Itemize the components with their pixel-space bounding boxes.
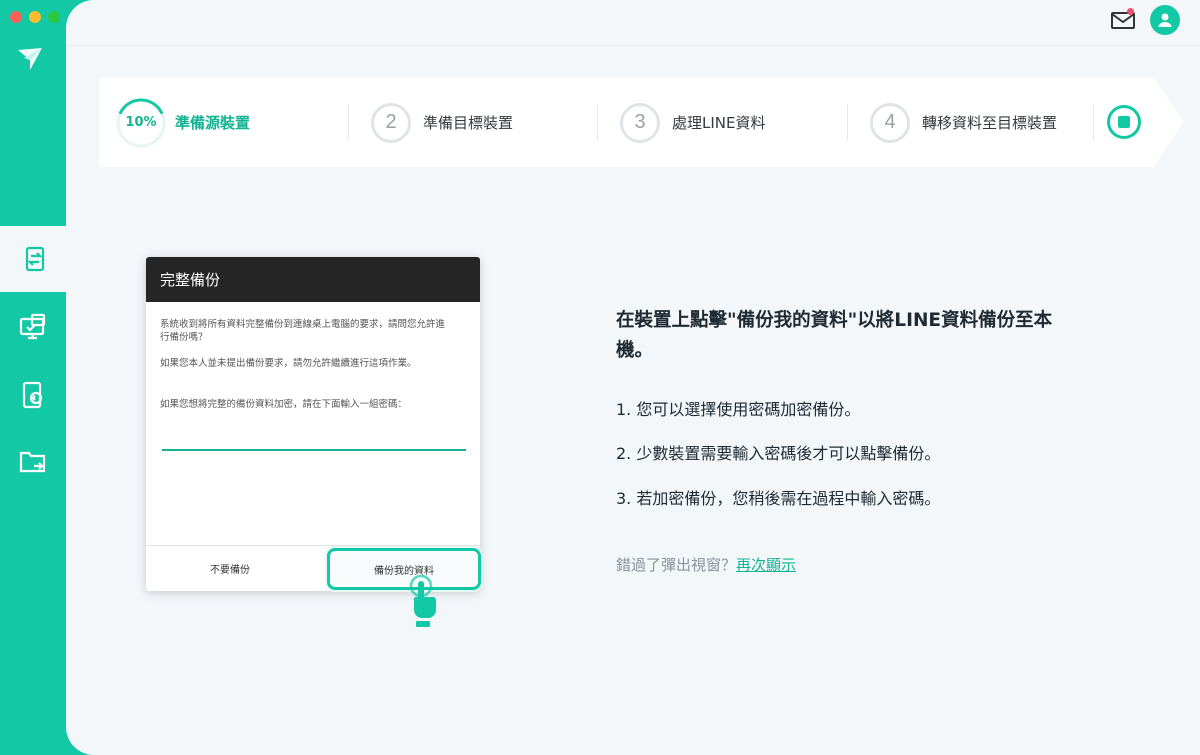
pointing-hand-icon [409,575,436,627]
sidebar-item-computer-backup[interactable] [0,294,66,360]
step-progress-bar: 10% 準備源裝置 2 準備目標裝置 3 處理LINE資料 4 轉移資料至目標裝… [99,78,1154,167]
computer-backup-icon [19,313,46,340]
divider [348,104,349,140]
sidebar-item-restore[interactable] [0,362,66,428]
step-label: 處理LINE資料 [672,114,766,132]
progress-ring: 10% [115,97,167,149]
backup-dialog-illustration: 完整備份 系統收到將所有資料完整備份到連線桌上電腦的要求，請問您允許進行備份嗎？… [146,257,481,627]
app-logo-icon [18,48,42,70]
step-3: 3 處理LINE資料 [620,78,765,167]
step-number: 3 [620,102,660,143]
step-label: 準備源裝置 [175,114,251,132]
instruction-item: 2. 少數裝置需要輸入密碼後才可以點擊備份。 [616,444,941,463]
divider [597,104,598,140]
phone-transfer-icon [25,246,45,272]
sidebar-item-folder-export[interactable] [0,428,66,494]
top-bar [66,0,1200,46]
step-2: 2 準備目標裝置 [371,78,513,167]
missed-popup-text: 錯過了彈出視窗？再次顯示 [616,554,796,575]
minimize-window-button[interactable] [29,11,41,23]
step-1: 10% 準備源裝置 [115,78,250,167]
dialog-paragraph: 系統收到將所有資料完整備份到連線桌上電腦的要求，請問您允許進行備份嗎？ [160,319,446,343]
password-input-line [162,449,466,451]
divider [847,104,848,140]
stop-button[interactable] [1107,105,1141,139]
restore-icon [22,381,43,409]
sidebar-item-phone-transfer[interactable] [0,226,70,292]
step-label: 準備目標裝置 [423,114,514,132]
step-bar-arrow [1154,78,1184,166]
instruction-title: 在裝置上點擊"備份我的資料"以將LINE資料備份至本機。 [616,310,1053,361]
show-again-link[interactable]: 再次顯示 [736,556,796,574]
window-controls [10,11,60,23]
sidebar [0,0,70,755]
instruction-item: 3. 若加密備份，您稍後需在過程中輸入密碼。 [616,489,941,508]
zoom-window-button[interactable] [48,11,60,23]
main-panel: 10% 準備源裝置 2 準備目標裝置 3 處理LINE資料 4 轉移資料至目標裝… [66,0,1200,755]
user-icon [1158,13,1172,27]
step-number: 4 [870,102,910,143]
dialog-title: 完整備份 [146,257,480,302]
step-number: 2 [371,102,411,143]
backup-my-data-button: 備份我的資料 [327,548,481,590]
dialog-paragraph: 如果您想將完整的備份資料加密，請在下面輸入一組密碼： [160,399,408,410]
folder-export-icon [19,451,46,473]
stop-icon [1118,116,1130,128]
close-window-button[interactable] [10,11,22,23]
step-4: 4 轉移資料至目標裝置 [870,78,1057,167]
step-label: 轉移資料至目標裝置 [922,114,1058,132]
notification-dot [1127,8,1134,15]
divider [1093,104,1094,140]
dialog-paragraph: 如果您本人並未提出備份要求，請勿允許繼續進行這項作業。 [160,358,417,369]
user-avatar[interactable] [1150,5,1180,35]
missed-popup-label: 錯過了彈出視窗？ [616,556,737,574]
progress-percent: 10% [125,115,157,130]
dont-backup-button: 不要備份 [210,565,250,576]
instruction-item: 1. 您可以選擇使用密碼加密備份。 [616,400,861,419]
